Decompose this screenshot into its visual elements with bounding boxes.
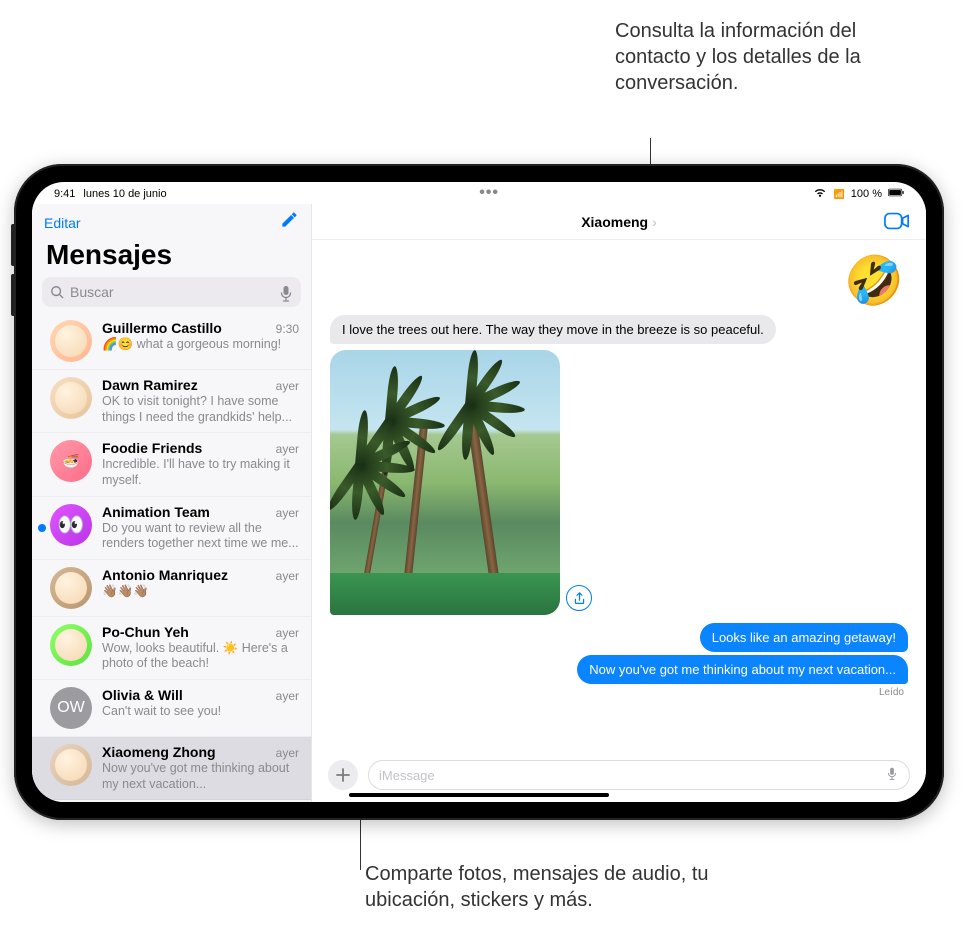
convo-name: Foodie Friends: [102, 440, 202, 456]
callout-compose-plus: Comparte fotos, mensajes de audio, tu ub…: [365, 861, 785, 913]
convo-name: Po-Chun Yeh: [102, 624, 189, 640]
incoming-message[interactable]: I love the trees out here. The way they …: [330, 315, 776, 344]
conversation-row[interactable]: Dawn Ramirez ayerOK to visit tonight? I h…: [32, 370, 311, 433]
convo-name: Guillermo Castillo: [102, 320, 222, 336]
convo-time: ayer: [276, 379, 299, 393]
dictate-icon[interactable]: [279, 285, 293, 299]
read-receipt: Leído: [879, 687, 908, 698]
convo-time: ayer: [276, 569, 299, 583]
avatar: 👀: [50, 504, 92, 546]
convo-time: ayer: [276, 746, 299, 760]
status-bar: 9:41 lunes 10 de junio ••• 📶 100 %: [32, 182, 926, 204]
convo-preview: Can't wait to see you!: [102, 704, 299, 720]
avatar: OW: [50, 687, 92, 729]
home-indicator[interactable]: [349, 793, 609, 797]
save-photo-button[interactable]: [566, 585, 592, 611]
avatar: [50, 377, 92, 419]
wifi-icon: [812, 187, 828, 201]
more-icon[interactable]: •••: [479, 184, 499, 201]
conversation-row[interactable]: Antonio Manriquez ayer👋🏽👋🏽👋🏽: [32, 560, 311, 617]
avatar: [50, 744, 92, 786]
message-input[interactable]: iMessage: [368, 760, 910, 790]
convo-time: 9:30: [276, 322, 299, 336]
conversation-list: Guillermo Castillo 9:30🌈😊 what a gorgeous…: [32, 313, 311, 802]
message-thread: 🤣 I love the trees out here. The way the…: [312, 240, 926, 754]
volume-button: [11, 224, 15, 266]
avatar: [50, 320, 92, 362]
convo-preview: 🌈😊 what a gorgeous morning!: [102, 337, 299, 353]
convo-preview: Wow, looks beautiful. ☀️ Here's a photo …: [102, 641, 299, 672]
message-placeholder: iMessage: [379, 768, 435, 783]
compose-icon[interactable]: [279, 210, 299, 235]
convo-name: Animation Team: [102, 504, 210, 520]
conversation-row-selected[interactable]: Xiaomeng Zhong ayerNow you've got me thin…: [32, 737, 311, 800]
contact-name: Xiaomeng: [581, 214, 648, 230]
signal-icon: 📶: [834, 189, 845, 200]
search-placeholder: Buscar: [70, 284, 273, 300]
status-date: lunes 10 de junio: [83, 188, 166, 200]
callout-contact-info: Consulta la información del contacto y l…: [615, 18, 935, 96]
facetime-video-button[interactable]: [884, 211, 910, 236]
chat-panel: Xiaomeng › 🤣 I love the trees out here. …: [312, 204, 926, 802]
convo-preview: Now you've got me thinking about my next…: [102, 761, 299, 792]
convo-preview: Incredible. I'll have to try making it m…: [102, 457, 299, 488]
outgoing-message[interactable]: Looks like an amazing getaway!: [700, 623, 908, 652]
convo-preview: 👋🏽👋🏽👋🏽: [102, 584, 299, 600]
chevron-right-icon: ›: [652, 214, 657, 230]
avatar: [50, 567, 92, 609]
convo-name: Dawn Ramirez: [102, 377, 198, 393]
convo-time: ayer: [276, 442, 299, 456]
outgoing-message[interactable]: Now you've got me thinking about my next…: [577, 655, 908, 684]
conversation-row[interactable]: OW Olivia & Will ayerCan't wait to see yo…: [32, 680, 311, 737]
dictate-icon[interactable]: [885, 767, 899, 784]
unread-indicator: [38, 524, 46, 532]
conversation-row[interactable]: Guillermo Castillo 9:30🌈😊 what a gorgeous…: [32, 313, 311, 370]
conversation-row[interactable]: 🍜 Foodie Friends ayerIncredible. I'll hav…: [32, 433, 311, 496]
conversation-row[interactable]: 👀 Animation Team ayerDo you want to revie…: [32, 497, 311, 560]
convo-time: ayer: [276, 689, 299, 703]
convo-preview: OK to visit tonight? I have some things …: [102, 394, 299, 425]
convo-time: ayer: [276, 506, 299, 520]
conversation-row[interactable]: Ashley Ricoayer: [32, 800, 311, 802]
edit-button[interactable]: Editar: [44, 215, 81, 231]
volume-button: [11, 274, 15, 316]
ipad-screen: 9:41 lunes 10 de junio ••• 📶 100 % Edita…: [32, 182, 926, 802]
apps-plus-button[interactable]: [328, 760, 358, 790]
status-time: 9:41: [54, 188, 75, 200]
convo-name: Xiaomeng Zhong: [102, 744, 216, 760]
battery-icon: [888, 187, 904, 201]
convo-name: Antonio Manriquez: [102, 567, 228, 583]
conversation-row[interactable]: Po-Chun Yeh ayerWow, looks beautiful. ☀️ …: [32, 617, 311, 680]
search-input[interactable]: Buscar: [42, 277, 301, 307]
search-icon: [50, 285, 64, 299]
convo-time: ayer: [276, 626, 299, 640]
conversations-sidebar: Editar Mensajes Buscar Guillermo Castill…: [32, 204, 312, 802]
emoji-reaction: 🤣: [330, 252, 908, 309]
convo-name: Olivia & Will: [102, 687, 183, 703]
battery-percent: 100 %: [851, 188, 882, 200]
avatar: 🍜: [50, 440, 92, 482]
convo-preview: Do you want to review all the renders to…: [102, 521, 299, 552]
incoming-photo-message[interactable]: [330, 350, 560, 615]
avatar: [50, 624, 92, 666]
sidebar-title: Mensajes: [32, 239, 311, 277]
chat-header[interactable]: Xiaomeng ›: [312, 204, 926, 240]
ipad-device-frame: 9:41 lunes 10 de junio ••• 📶 100 % Edita…: [14, 164, 944, 820]
